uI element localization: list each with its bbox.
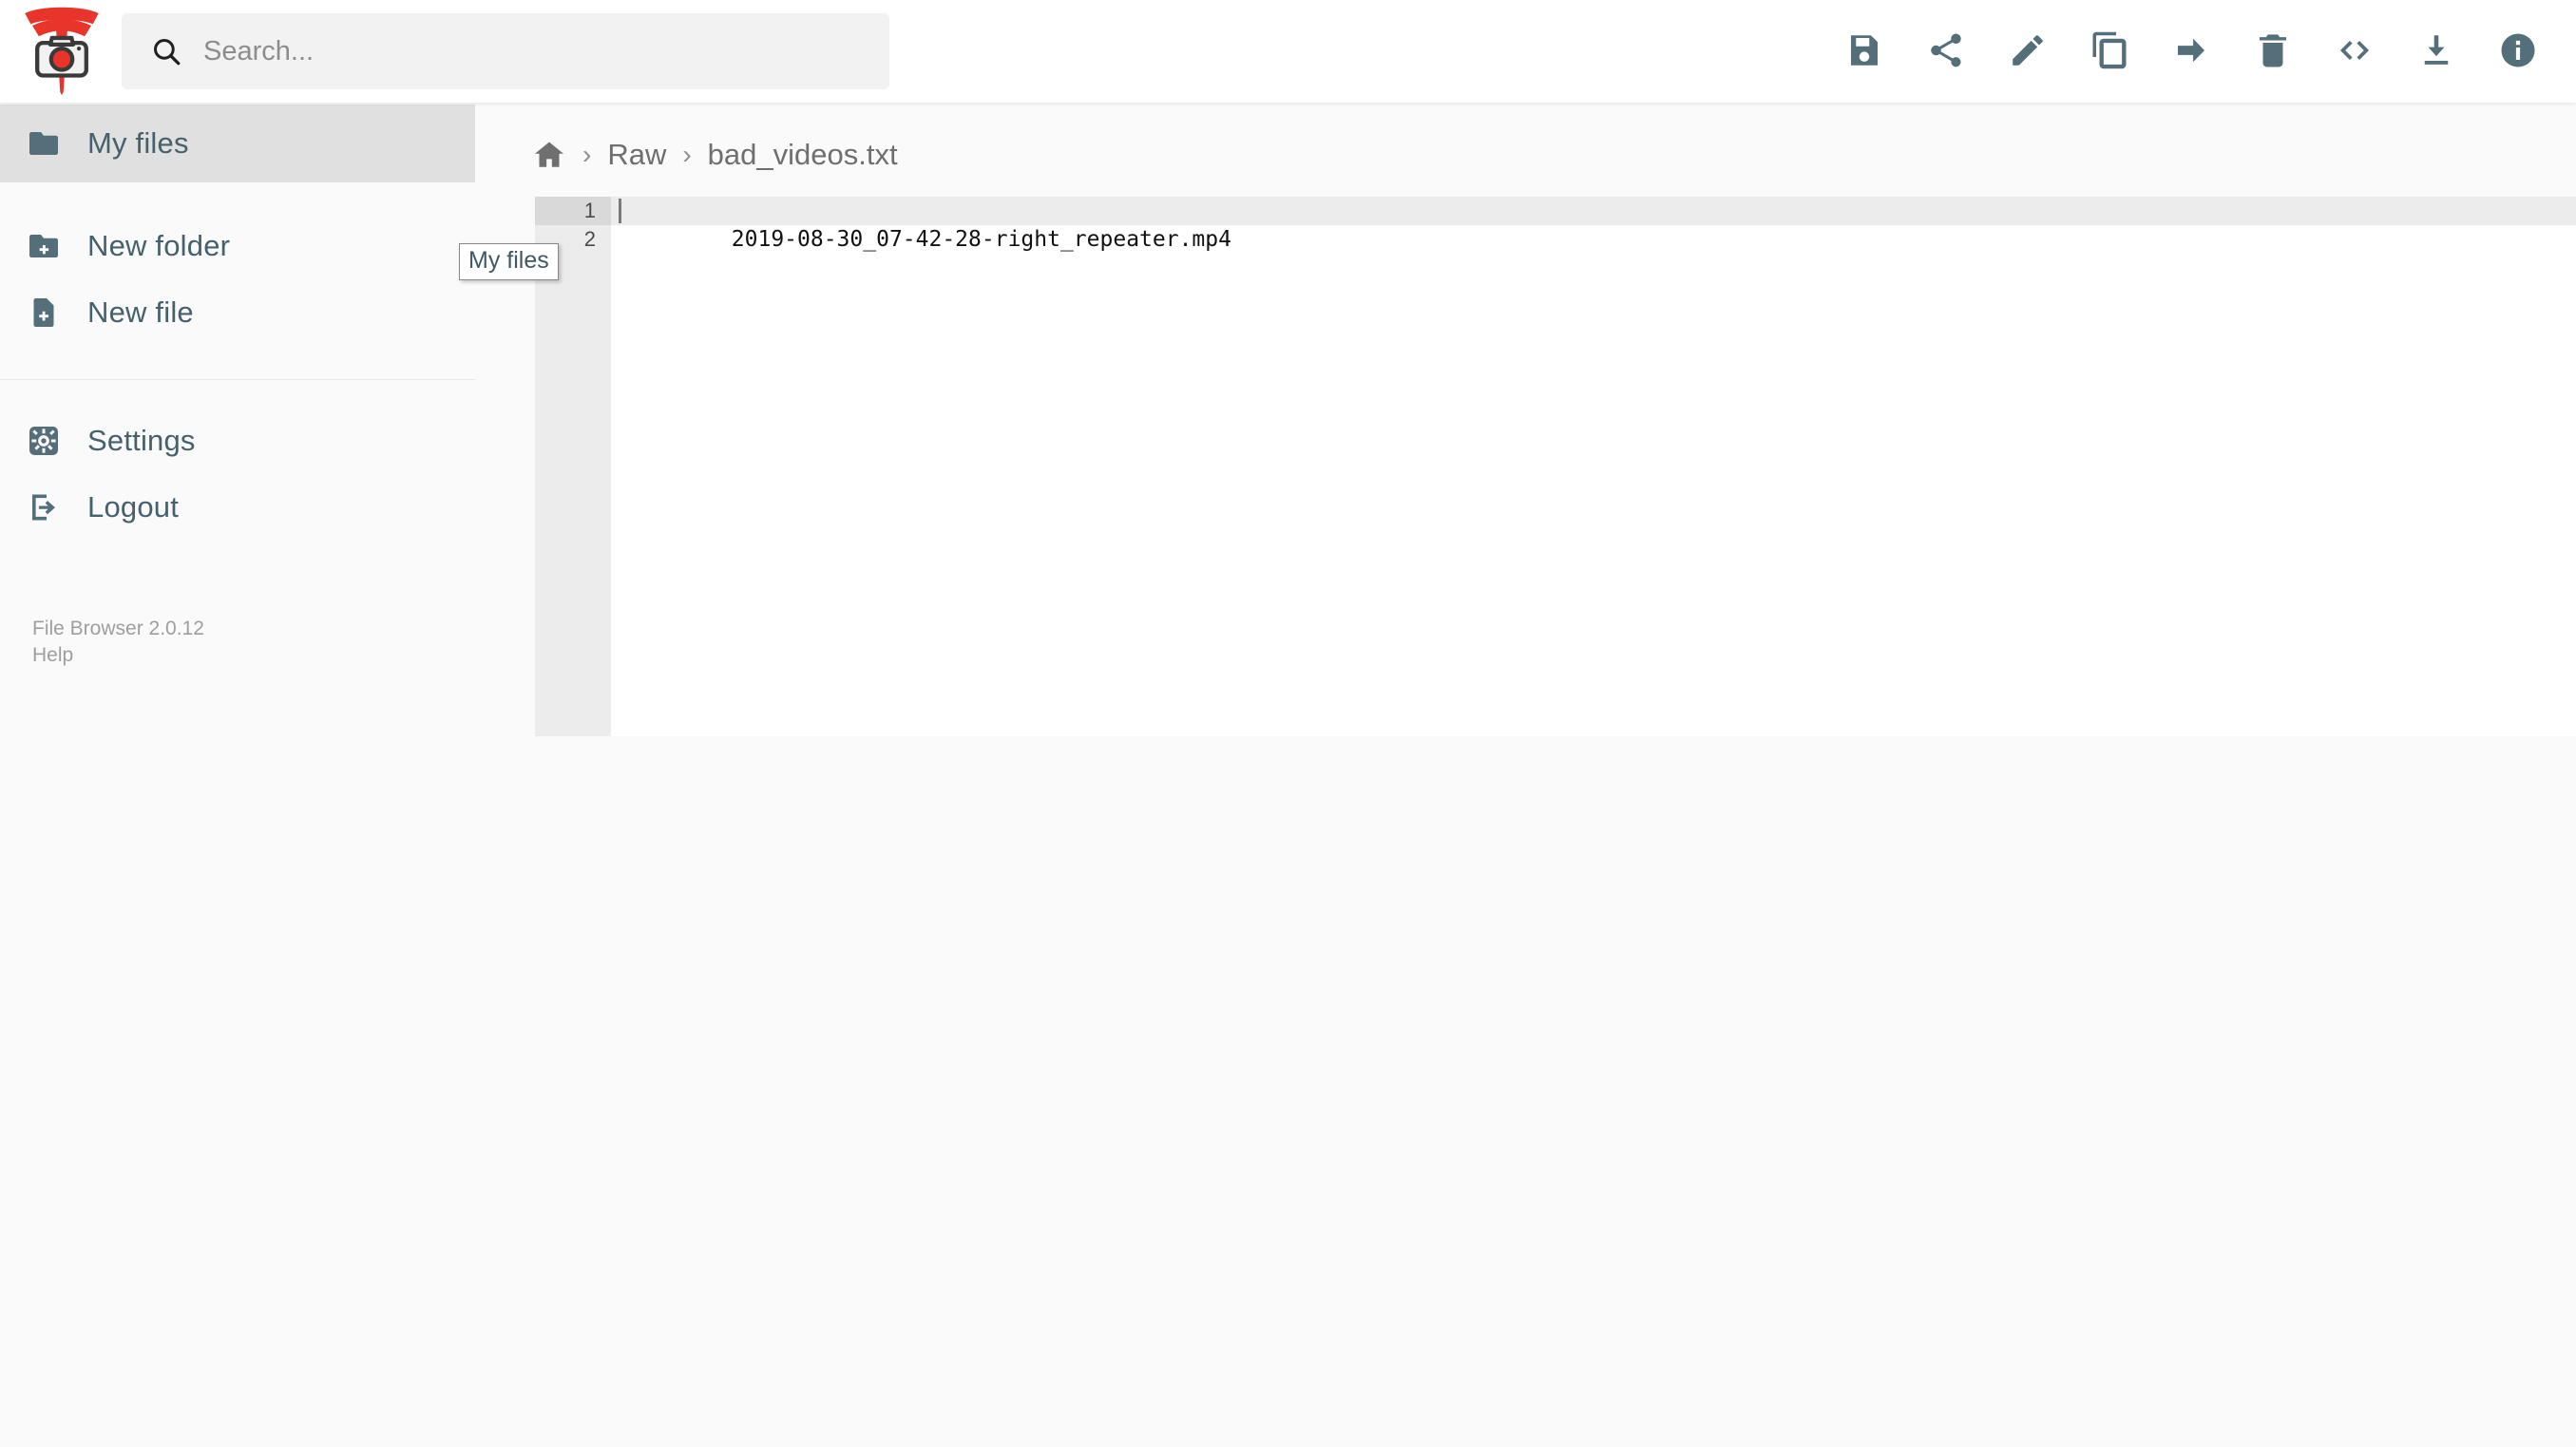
action-toolbar [1823,0,2559,103]
sidebar-footer: File Browser 2.0.12 Help [32,616,475,669]
trash-icon [2253,30,2293,73]
breadcrumb: › Raw › bad_videos.txt [532,131,898,179]
toggle-source-button[interactable] [2314,10,2395,92]
info-circle-icon [2498,30,2538,73]
folder-icon [27,126,61,161]
code-line[interactable]: 2019-08-30_07-42-28-right_repeater.mp4 [611,197,2576,252]
sidebar-item-label: My files [87,126,189,160]
main-content: › Raw › bad_videos.txt 1 2 2019-08-30_07… [475,103,2576,1447]
copy-button[interactable] [2069,10,2150,92]
save-button[interactable] [1823,10,1905,92]
home-icon[interactable] [532,138,566,172]
code-line[interactable] [611,225,2576,254]
copy-icon [2089,30,2129,73]
tesla-dashcam-logo[interactable] [21,2,103,97]
move-button[interactable] [2150,10,2232,92]
search-input[interactable] [203,28,830,75]
sidebar-item-my-files[interactable]: My files [0,105,475,182]
search-box[interactable] [122,13,889,89]
app-header [0,0,2576,103]
app-version: File Browser 2.0.12 [32,618,204,639]
sidebar: My files New folder New file Settings Lo… [0,103,475,1447]
breadcrumb-item-raw[interactable]: Raw [607,138,666,172]
delete-button[interactable] [2232,10,2314,92]
pencil-icon [2008,30,2048,73]
download-button[interactable] [2395,10,2477,92]
text-editor[interactable]: 1 2 2019-08-30_07-42-28-right_repeater.m… [535,197,2576,736]
logout-icon [27,490,61,524]
download-icon [2416,30,2456,73]
breadcrumb-separator: › [582,140,592,169]
sidebar-item-logout[interactable]: Logout [0,447,475,568]
breadcrumb-item-file[interactable]: bad_videos.txt [708,138,898,172]
info-button[interactable] [2477,10,2559,92]
share-button[interactable] [1905,10,1987,92]
code-area[interactable]: 2019-08-30_07-42-28-right_repeater.mp4 [611,197,2576,736]
sidebar-item-label: New file [87,295,194,329]
tooltip-my-files: My files [459,243,559,280]
arrow-right-icon [2171,30,2211,73]
code-brackets-icon [2335,30,2375,73]
file-plus-icon [27,295,61,330]
share-icon [1926,30,1966,73]
rename-button[interactable] [1987,10,2069,92]
help-link[interactable]: Help [32,642,475,669]
breadcrumb-separator: › [682,140,692,169]
sidebar-item-label: Logout [87,490,180,524]
sidebar-item-new-file[interactable]: New file [0,246,475,379]
search-icon [150,35,182,67]
line-number: 1 [535,197,611,225]
save-icon [1844,30,1884,73]
text-caret [619,199,621,223]
